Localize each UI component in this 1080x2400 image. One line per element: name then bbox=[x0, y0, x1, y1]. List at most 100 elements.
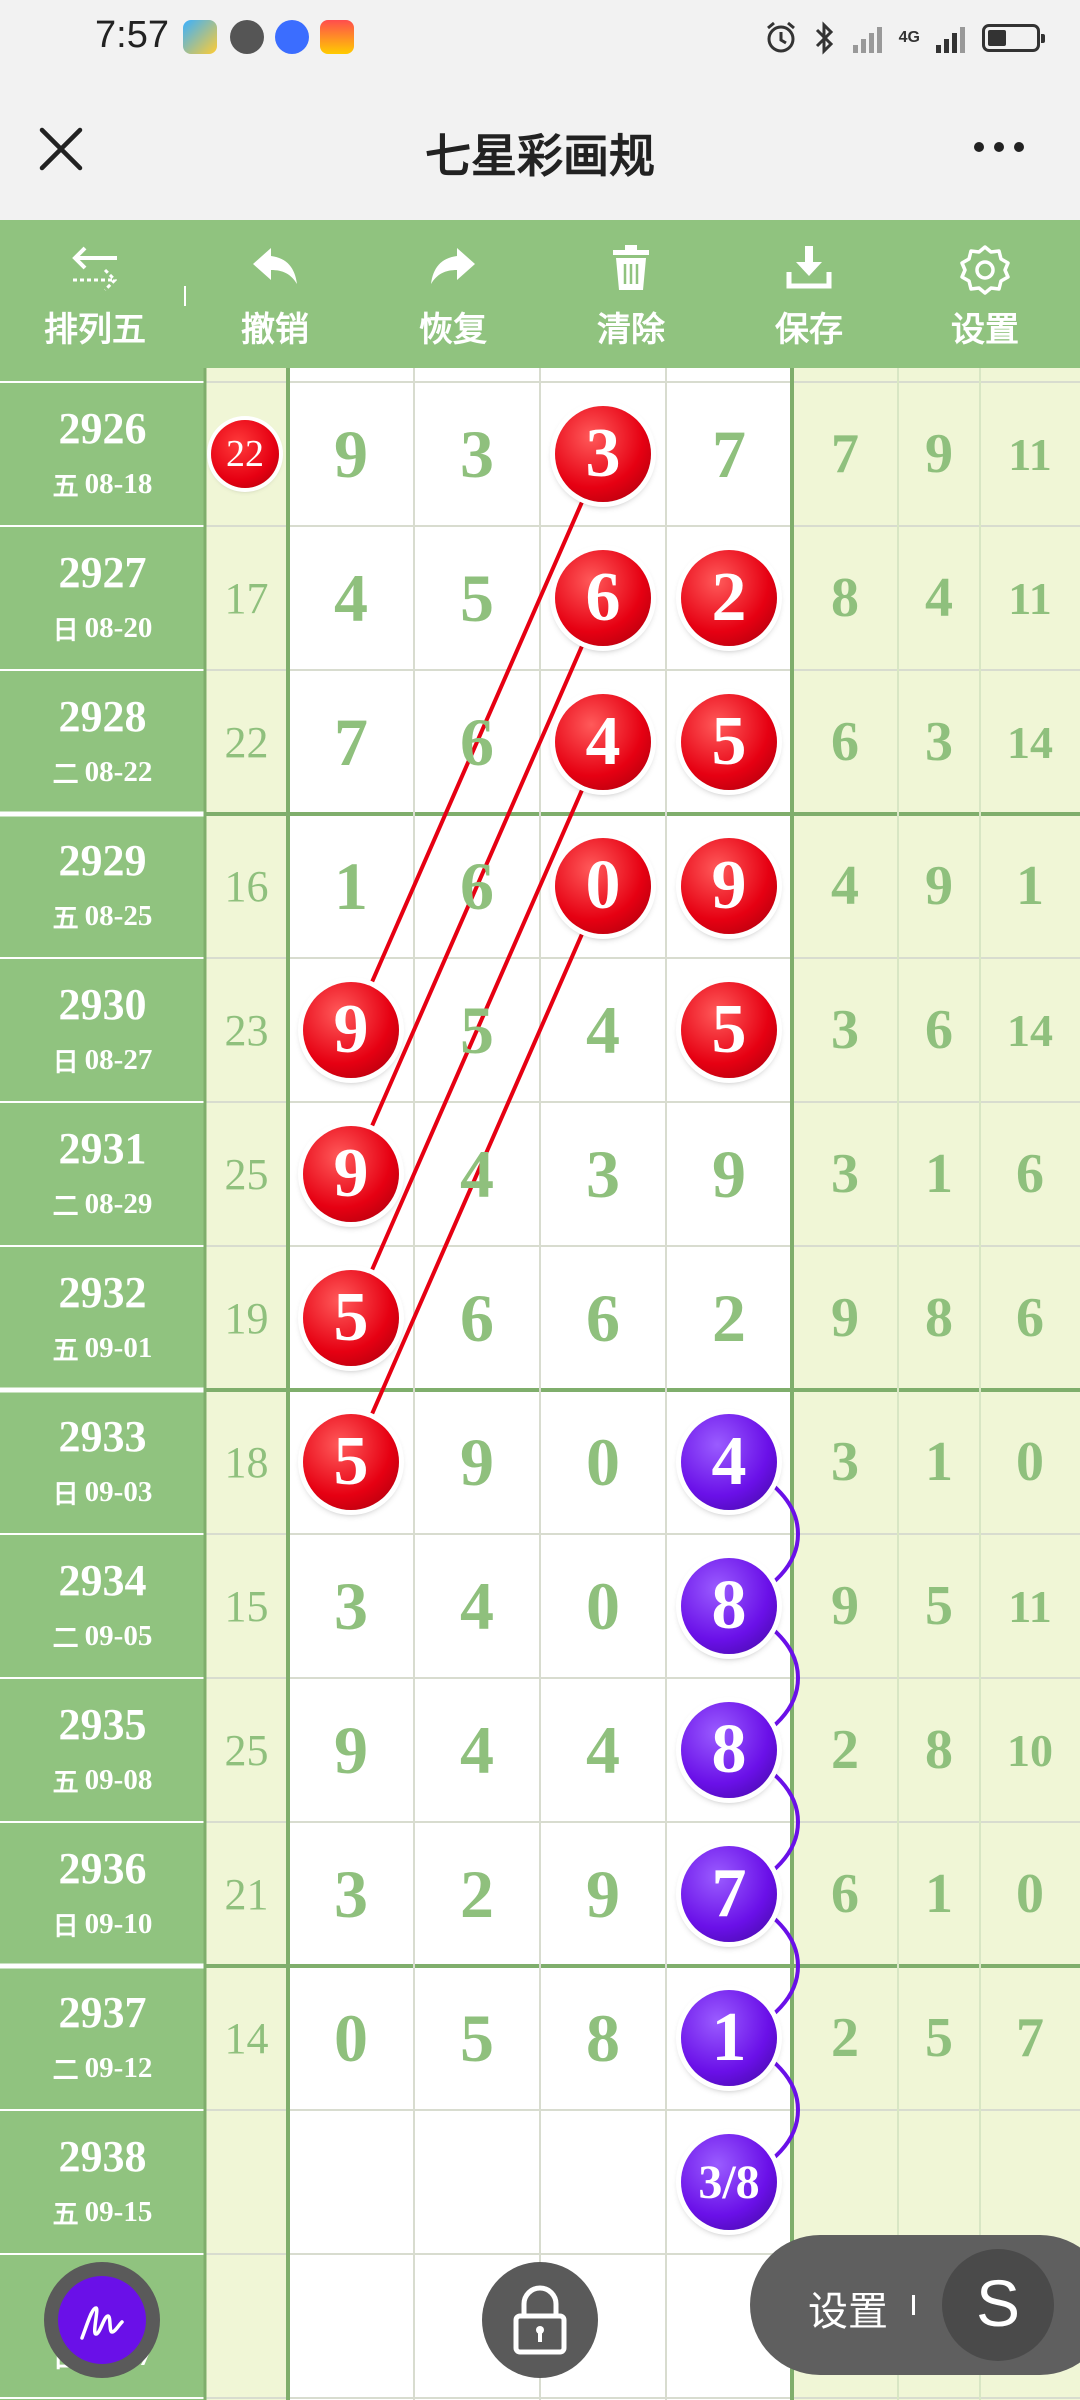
toolbar-label: 清除 bbox=[597, 311, 665, 349]
extra-cell: 0 bbox=[1016, 1863, 1044, 1925]
digit-cell: 0 bbox=[586, 1423, 620, 1500]
issue-number: 2936 bbox=[58, 1843, 147, 1893]
date: 08-25 bbox=[84, 899, 153, 932]
issue-number: 2931 bbox=[58, 1123, 147, 1173]
issue-date: 五 09-01 bbox=[0, 1326, 205, 1370]
pen-icon bbox=[58, 2276, 146, 2364]
s-button-label: S bbox=[975, 2266, 1021, 2340]
settings-button[interactable]: 设置 bbox=[910, 220, 1060, 368]
extra-cell: 1 bbox=[925, 1143, 953, 1205]
extra-cell: 1 bbox=[925, 1431, 953, 1493]
issue-date: 日 08-27 bbox=[0, 1038, 205, 1082]
issue-number: 2929 bbox=[58, 835, 147, 885]
toolbar-label: 恢复 bbox=[419, 311, 487, 349]
date: 08-20 bbox=[84, 611, 153, 644]
issue-date: 日 09-10 bbox=[0, 1902, 205, 1946]
more-icon[interactable] bbox=[974, 142, 1024, 152]
date: 08-22 bbox=[84, 755, 153, 788]
toolbar-label: 保存 bbox=[775, 311, 843, 349]
weekday: 五 bbox=[52, 1767, 79, 1798]
red-ball: 0 bbox=[555, 838, 651, 934]
extra-cell: 0 bbox=[1016, 1431, 1044, 1493]
digit-cell: 6 bbox=[586, 1279, 620, 1356]
extra-cell: 3 bbox=[831, 1143, 859, 1205]
extra-cell: 7 bbox=[831, 423, 859, 485]
network-type: 4G bbox=[898, 29, 920, 46]
extra-cell: 4 bbox=[831, 855, 859, 917]
pen-toggle-button[interactable] bbox=[44, 2262, 160, 2378]
sum-value: 23 bbox=[224, 1005, 269, 1055]
page-title: 七星彩画规 bbox=[425, 130, 655, 182]
date: 08-18 bbox=[84, 467, 153, 500]
extra-cell: 14 bbox=[1007, 716, 1053, 768]
toolbar-label: 撤销 bbox=[241, 311, 309, 349]
redo-button[interactable]: 恢复 bbox=[378, 220, 528, 368]
toolbar-divider bbox=[184, 286, 186, 306]
issue-number: 2930 bbox=[58, 979, 147, 1029]
s-button[interactable]: S bbox=[942, 2249, 1054, 2361]
issue-number: 2932 bbox=[58, 1267, 147, 1317]
weekday: 二 bbox=[52, 2055, 79, 2086]
sum-value: 15 bbox=[224, 1581, 269, 1631]
weekday: 二 bbox=[52, 1191, 79, 1222]
undo-icon bbox=[253, 248, 297, 284]
weekday: 日 bbox=[52, 1479, 79, 1510]
draw-grid[interactable]: 2926 五 08-18 22 9 3 7 7 9 11 2927 日 08-20 17 4 5 8 4 11 292… bbox=[0, 368, 1080, 2400]
status-bar: 7:57 4G bbox=[0, 0, 1080, 80]
digit-cell: 4 bbox=[460, 1567, 494, 1644]
gear-icon bbox=[960, 245, 1010, 295]
digit-cell: 5 bbox=[460, 559, 494, 636]
digit-cell: 9 bbox=[334, 415, 368, 492]
date: 09-05 bbox=[84, 1619, 153, 1652]
digit-cell: 0 bbox=[334, 1999, 368, 2076]
weekday: 五 bbox=[52, 903, 79, 934]
app-icon bbox=[320, 20, 354, 54]
extra-cell: 5 bbox=[925, 2007, 953, 2069]
extra-cell: 6 bbox=[831, 1863, 859, 1925]
lock-button[interactable] bbox=[482, 2262, 598, 2378]
digit-cell: 3 bbox=[586, 1135, 620, 1212]
date: 09-15 bbox=[84, 2195, 153, 2228]
red-ball: 5 bbox=[303, 1414, 399, 1510]
weekday: 日 bbox=[52, 1047, 79, 1078]
save-button[interactable]: 保存 bbox=[734, 220, 884, 368]
extra-cell bbox=[980, 2110, 1080, 2254]
date: 09-08 bbox=[84, 1763, 153, 1796]
issue-date: 日 09-03 bbox=[0, 1470, 205, 1514]
extra-cell: 11 bbox=[1008, 572, 1052, 624]
sum-value-circled: 22 bbox=[211, 420, 279, 488]
extra-cell: 8 bbox=[925, 1287, 953, 1349]
digit-cell: 9 bbox=[334, 1711, 368, 1788]
issue-date: 五 08-18 bbox=[0, 462, 205, 506]
undo-button[interactable]: 撤销 bbox=[200, 220, 350, 368]
digit-cell: 4 bbox=[586, 991, 620, 1068]
extra-cell: 6 bbox=[925, 999, 953, 1061]
issue-date: 日 08-20 bbox=[0, 606, 205, 650]
trash-icon bbox=[613, 245, 649, 290]
red-ball: 5 bbox=[681, 982, 777, 1078]
extra-cell: 3 bbox=[831, 999, 859, 1061]
date: 08-29 bbox=[84, 1187, 153, 1220]
issue-date: 五 09-15 bbox=[0, 2190, 205, 2234]
signal-weak-icon bbox=[852, 27, 882, 53]
red-ball: 4 bbox=[555, 694, 651, 790]
date: 08-27 bbox=[84, 1043, 153, 1076]
issue-column-bg bbox=[0, 368, 205, 2400]
sum-value: 18 bbox=[224, 1437, 269, 1487]
floating-settings-button[interactable]: 设置 bbox=[808, 2279, 888, 2337]
extra-cell: 6 bbox=[831, 711, 859, 773]
weekday: 二 bbox=[52, 1623, 79, 1654]
issue-date: 五 09-08 bbox=[0, 1758, 205, 1802]
digit-cell: 0 bbox=[586, 1567, 620, 1644]
sum-value: 22 bbox=[224, 717, 269, 767]
issue-number: 2935 bbox=[58, 1699, 147, 1749]
digit-cell: 9 bbox=[712, 1135, 746, 1212]
floating-settings-panel: 设置 S bbox=[750, 2235, 1080, 2375]
status-time: 7:57 bbox=[95, 14, 169, 56]
swap-arrows-icon bbox=[72, 246, 118, 292]
extra-cell: 11 bbox=[1008, 1580, 1052, 1632]
extra-cell bbox=[898, 2110, 980, 2254]
switch-lottery-button[interactable]: 排列五 bbox=[20, 220, 170, 368]
clear-button[interactable]: 清除 bbox=[556, 220, 706, 368]
digit-cell: 6 bbox=[460, 1279, 494, 1356]
